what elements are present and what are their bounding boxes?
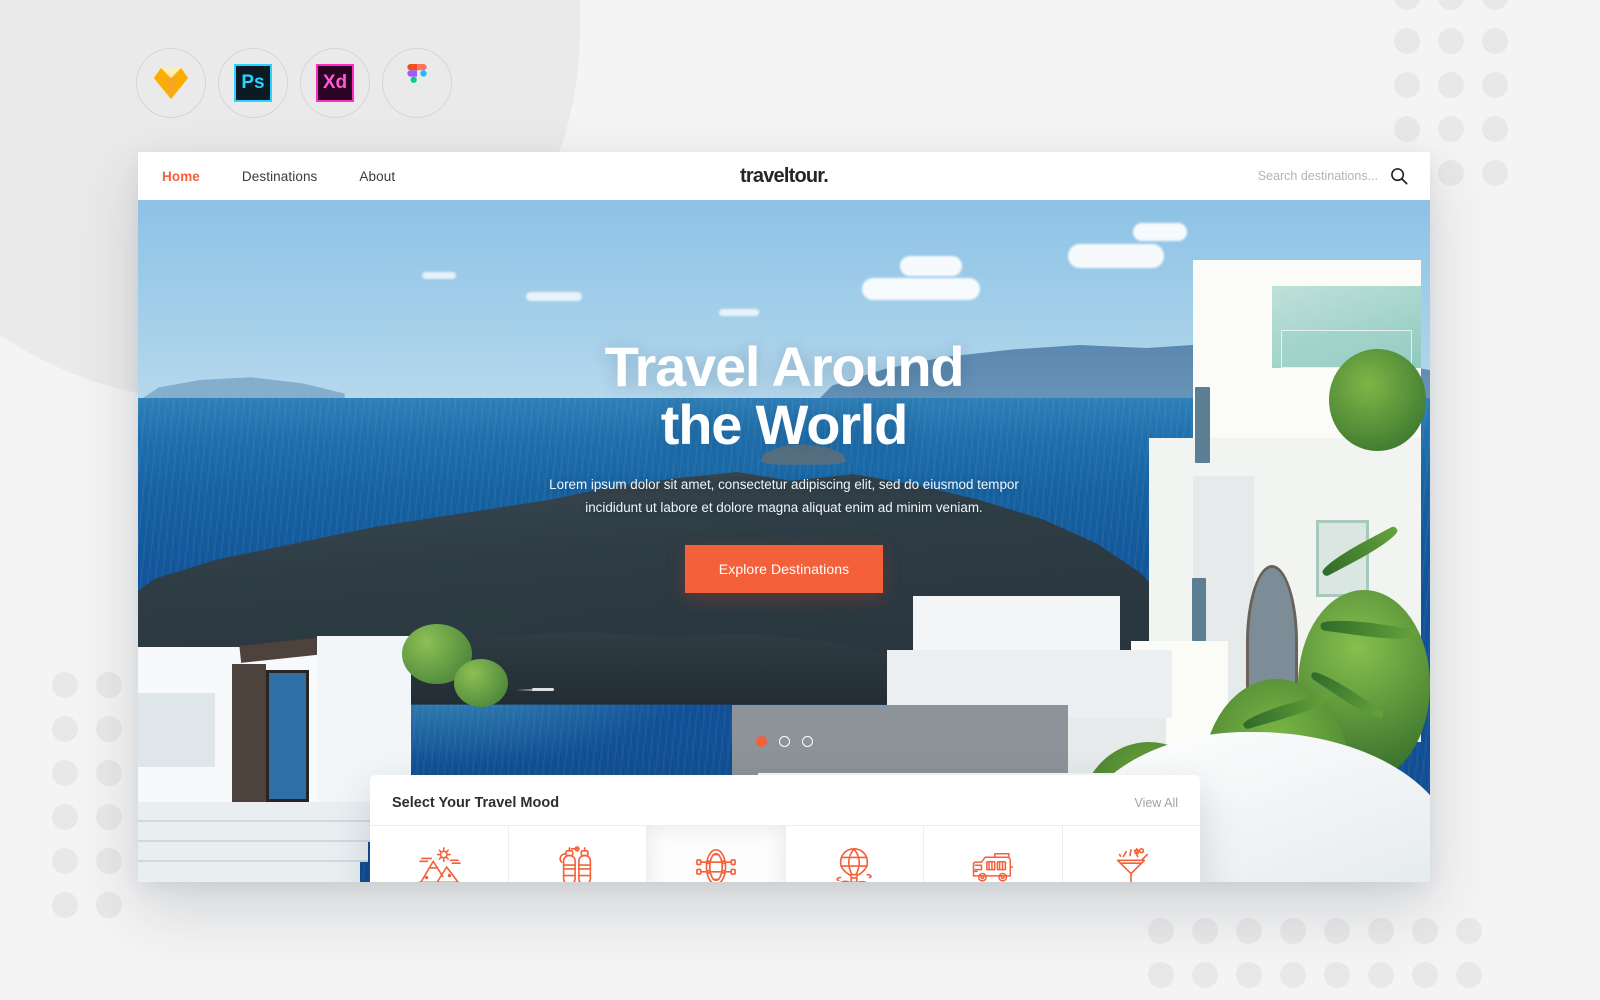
photoshop-label: Ps xyxy=(241,72,265,93)
view-all-link[interactable]: View All xyxy=(1134,796,1178,810)
badge-sketch[interactable] xyxy=(136,48,206,118)
mountain-sun-icon xyxy=(417,847,461,882)
carousel-dot-2[interactable] xyxy=(778,736,790,747)
mood-item-baloon-air[interactable]: BALOON AIR xyxy=(786,826,924,882)
search-icon[interactable] xyxy=(1390,167,1408,185)
main-nav: Home Destinations About xyxy=(162,169,437,184)
site-navbar: Home Destinations About traveltour. xyxy=(138,152,1430,200)
nav-item-home[interactable]: Home xyxy=(162,169,200,184)
mood-item-snorkeling[interactable]: SNORKELING xyxy=(509,826,647,882)
mood-item-hiking[interactable]: HIKING xyxy=(370,826,509,882)
hero-title: Travel Around the World xyxy=(604,335,965,457)
nav-item-about[interactable]: About xyxy=(359,169,395,184)
badge-adobe-xd[interactable]: Xd xyxy=(300,48,370,118)
mood-item-luxury[interactable]: LUXURY xyxy=(1063,826,1201,882)
nav-right-group xyxy=(1228,167,1408,185)
mood-item-camping[interactable]: CAMPING xyxy=(924,826,1063,882)
carousel-dot-1[interactable] xyxy=(755,736,767,747)
hot-air-balloon-icon xyxy=(836,848,872,882)
cocktail-glass-icon xyxy=(1117,848,1149,882)
adobe-xd-icon: Xd xyxy=(316,64,354,102)
hero-section: Travel Around the World Lorem ipsum dolo… xyxy=(138,200,1430,882)
nav-item-destinations[interactable]: Destinations xyxy=(242,169,318,184)
carousel-dot-3[interactable] xyxy=(801,736,813,747)
badge-photoshop[interactable]: Ps xyxy=(218,48,288,118)
website-window: Home Destinations About traveltour. Sear… xyxy=(138,152,1430,882)
scuba-tanks-icon xyxy=(559,846,592,882)
hero-subtitle: Lorem ipsum dolor sit amet, consectetur … xyxy=(549,477,1019,515)
tool-badges: Ps Xd xyxy=(136,48,452,118)
adobe-xd-label: Xd xyxy=(322,72,348,93)
badge-figma[interactable] xyxy=(382,48,452,118)
dot-pattern-bottom xyxy=(1148,918,1588,1000)
carousel-pagination xyxy=(138,736,1430,747)
travel-mood-header: Select Your Travel Mood View All xyxy=(370,775,1200,825)
mood-item-rafting[interactable]: RAFTING xyxy=(647,826,786,882)
figma-icon xyxy=(407,64,427,83)
camper-van-icon xyxy=(972,852,1013,882)
raft-icon xyxy=(695,849,736,882)
travel-mood-title: Select Your Travel Mood xyxy=(392,795,560,811)
page-canvas: Ps Xd Home Destinations About traveltour… xyxy=(0,0,1600,1000)
photoshop-icon: Ps xyxy=(234,64,272,102)
sketch-icon xyxy=(154,68,188,99)
travel-mood-panel: Select Your Travel Mood View All xyxy=(370,775,1200,882)
travel-mood-list: HIKING xyxy=(370,825,1200,882)
search-input[interactable] xyxy=(1228,169,1378,183)
explore-destinations-button[interactable]: Explore Destinations xyxy=(684,544,884,593)
